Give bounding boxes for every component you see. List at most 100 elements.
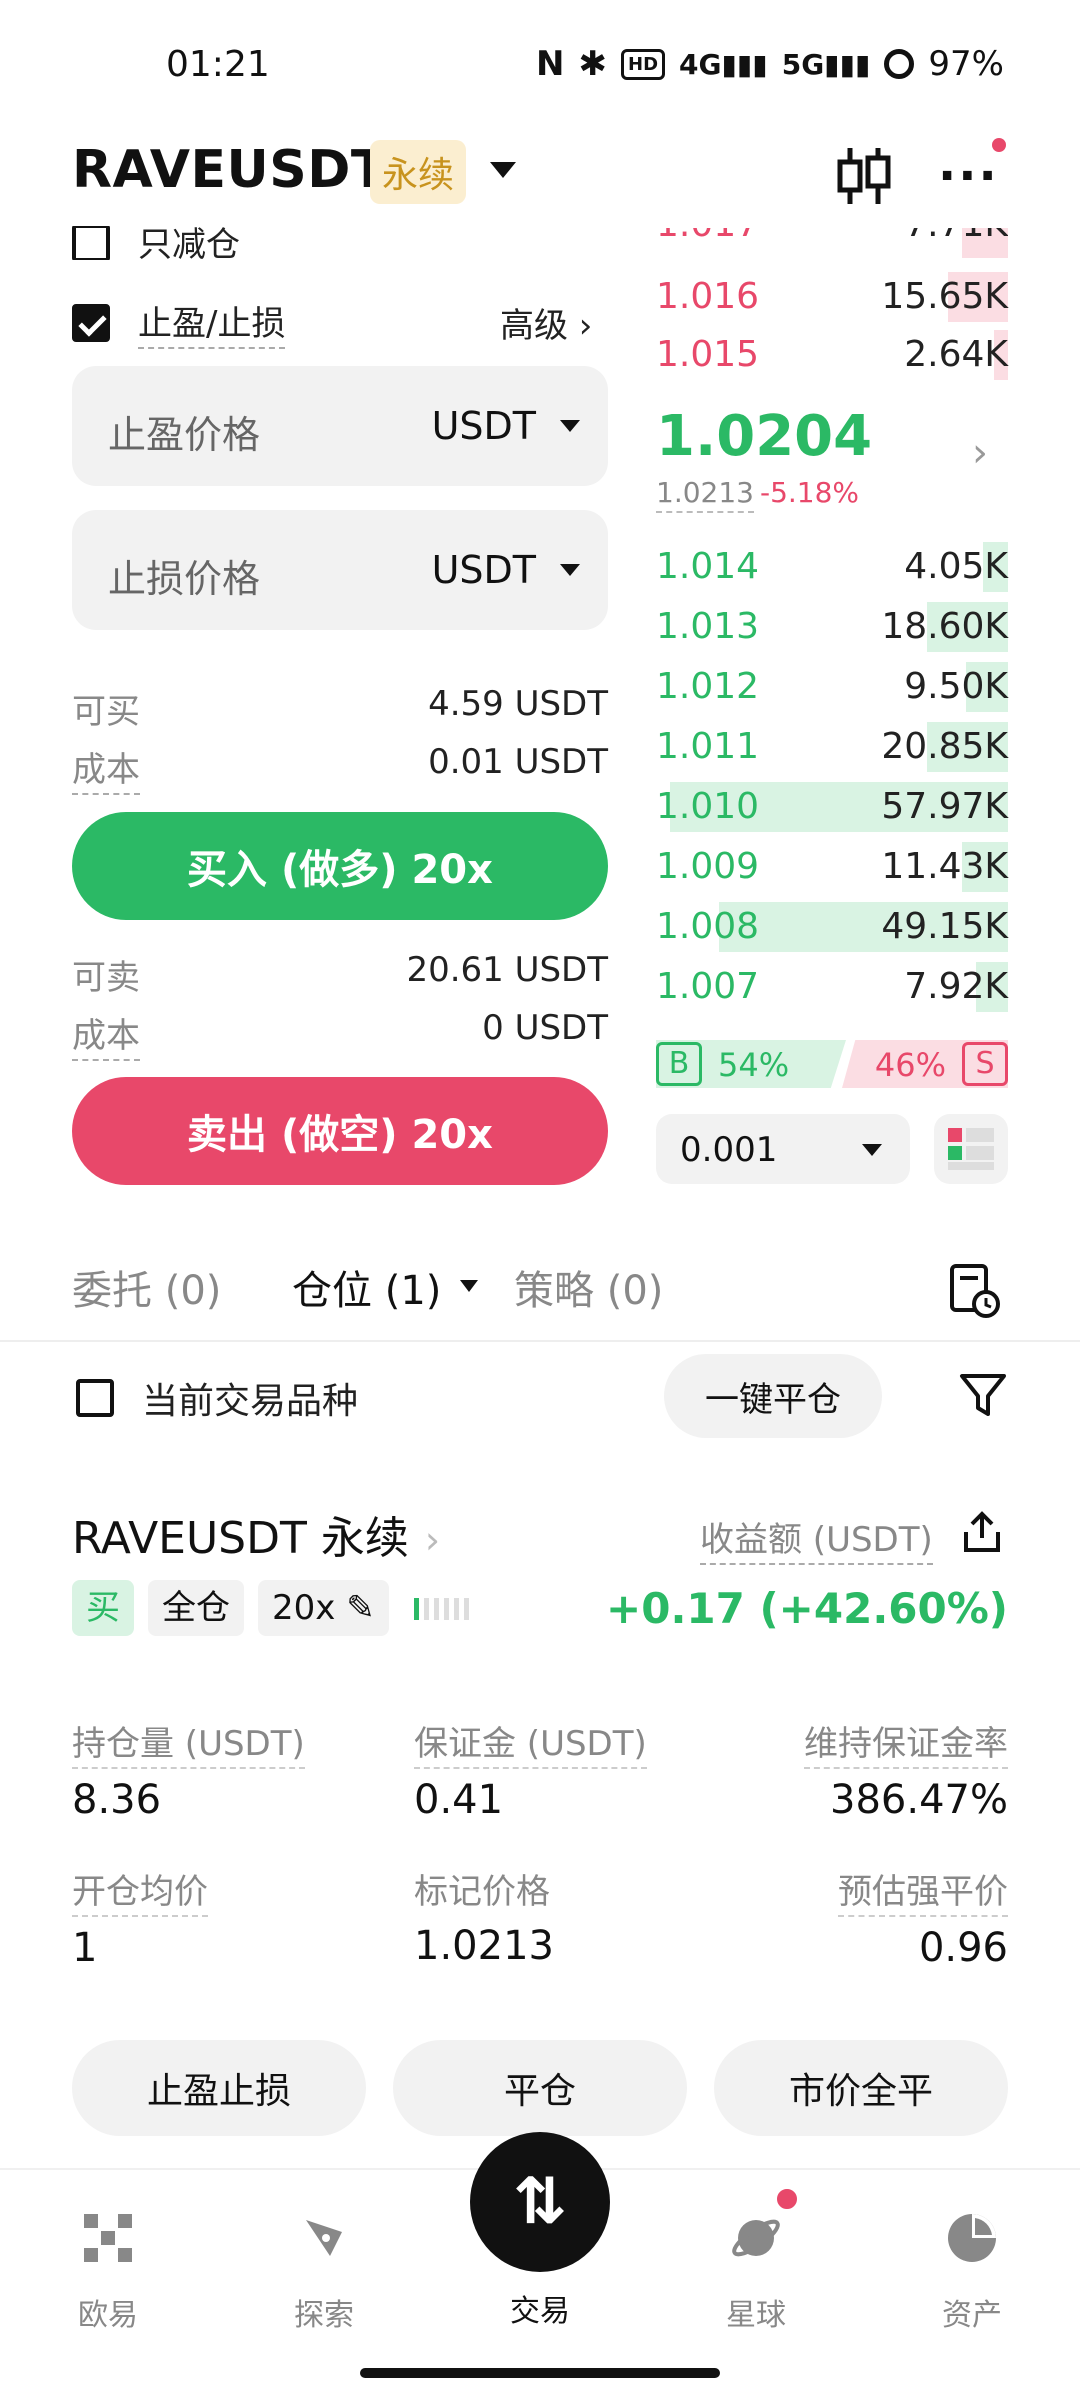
tpsl-label: 止盈/止损	[138, 296, 286, 349]
nav-trade-label: 交易	[510, 2294, 570, 2329]
position-pair: RAVEUSDT 永续	[72, 1513, 409, 1564]
signal-4g-icon: 4G▮▮▮	[679, 47, 768, 81]
ask-price: 1.016	[656, 276, 760, 317]
nav-home[interactable]: 欧易	[28, 2210, 188, 2334]
position-size: 持仓量 (USDT) 8.36	[72, 1716, 305, 1823]
nfc-icon: N	[536, 44, 565, 84]
planet-icon	[732, 2219, 780, 2257]
bid-qty: 18.60K	[881, 606, 1008, 647]
buy-available-value: 4.59 USDT	[428, 684, 608, 724]
current-pair-checkbox[interactable]	[76, 1379, 114, 1417]
bid-price: 1.011	[656, 726, 760, 767]
tpsl-button[interactable]: 止盈止损	[72, 2040, 366, 2136]
tpsl-row[interactable]: 止盈/止损	[72, 296, 286, 349]
nav-planet[interactable]: 星球	[676, 2210, 836, 2334]
stop-loss-placeholder: 止损价格	[108, 557, 261, 601]
order-history-icon[interactable]	[948, 1262, 1000, 1318]
ask-row[interactable]: 1.016 15.65K	[656, 268, 1008, 324]
chevron-down-icon[interactable]	[560, 564, 580, 576]
bid-row[interactable]: 1.008 49.15K	[656, 898, 1008, 954]
nav-planet-label: 星球	[726, 2298, 786, 2333]
ask-row[interactable]: 1.015 2.64K	[656, 326, 1008, 382]
leverage-tag[interactable]: 20x ✎	[258, 1580, 389, 1636]
mark-price-row: 1.0213 -5.18%	[656, 476, 859, 513]
bid-row[interactable]: 1.013 18.60K	[656, 598, 1008, 654]
bid-row[interactable]: 1.009 11.43K	[656, 838, 1008, 894]
buy-percent: 54%	[718, 1046, 790, 1084]
risk-level-bars	[414, 1598, 469, 1620]
order-tabs: 委托 (0) 仓位 (1) 策略 (0)	[72, 1258, 1008, 1318]
sell-short-button[interactable]: 卖出 (做空) 20x	[72, 1077, 608, 1185]
tpsl-checkbox[interactable]	[72, 303, 110, 342]
close-position-button[interactable]: 平仓	[393, 2040, 687, 2136]
last-price[interactable]: 1.0204	[656, 404, 872, 469]
bluetooth-icon: ✱	[578, 44, 608, 84]
bid-row[interactable]: 1.014 4.05K	[656, 538, 1008, 594]
bid-qty: 4.05K	[904, 546, 1008, 587]
bid-row[interactable]: 1.007 7.92K	[656, 958, 1008, 1014]
take-profit-input[interactable]: 止盈价格 USDT	[72, 366, 608, 486]
pair-title[interactable]: RAVEUSDT	[72, 140, 387, 200]
take-profit-unit[interactable]: USDT	[432, 404, 536, 448]
trade-swap-icon[interactable]: ⇅	[470, 2132, 610, 2272]
filter-icon[interactable]	[958, 1370, 1008, 1420]
chevron-right-icon[interactable]: ›	[972, 430, 988, 476]
bid-row[interactable]: 1.012 9.50K	[656, 658, 1008, 714]
pair-dropdown-icon[interactable]	[490, 162, 516, 178]
chevron-down-icon[interactable]	[560, 420, 580, 432]
ask-row[interactable]: 1.017 7.71K	[656, 228, 1008, 258]
bid-qty: 7.92K	[904, 966, 1008, 1007]
chevron-down-icon[interactable]	[862, 1144, 882, 1156]
bid-row[interactable]: 1.011 20.85K	[656, 718, 1008, 774]
risk-bar	[414, 1598, 419, 1620]
precision-select[interactable]: 0.001	[656, 1114, 910, 1184]
risk-bar	[434, 1598, 439, 1620]
ask-price: 1.017	[656, 228, 759, 245]
sell-cost-value: 0 USDT	[482, 1008, 608, 1048]
buy-long-button[interactable]: 买入 (做多) 20x	[72, 812, 608, 920]
sell-cost-label: 成本	[72, 1008, 140, 1061]
share-icon[interactable]	[960, 1510, 1004, 1554]
positions-dropdown-icon[interactable]	[460, 1280, 478, 1292]
entry-price-value: 1	[72, 1925, 98, 1971]
orderbook-layout-icon[interactable]	[934, 1114, 1008, 1184]
buy-available-label: 可买	[72, 692, 140, 732]
leverage-value: 20x	[272, 1588, 336, 1628]
more-icon[interactable]: ···	[938, 152, 999, 200]
current-pair-filter[interactable]: 当前交易品种	[76, 1372, 358, 1424]
tab-strategies[interactable]: 策略 (0)	[514, 1258, 663, 1316]
mmr-label: 维持保证金率	[804, 1716, 1008, 1769]
bid-qty: 11.43K	[881, 846, 1008, 887]
nav-explore[interactable]: 探索	[244, 2210, 404, 2334]
edit-icon[interactable]: ✎	[346, 1588, 375, 1628]
close-all-button[interactable]: 一键平仓	[664, 1354, 882, 1438]
tab-positions[interactable]: 仓位 (1)	[292, 1258, 441, 1316]
buy-tag: B	[656, 1042, 702, 1086]
reduce-only-row[interactable]: 只减仓	[72, 226, 240, 260]
bid-price: 1.010	[656, 786, 760, 827]
advanced-link[interactable]: 高级 ›	[500, 298, 592, 347]
mark-price: 1.0213	[656, 476, 754, 513]
bid-row[interactable]: 1.010 57.97K	[656, 778, 1008, 834]
pnl-label: 收益额 (USDT)	[700, 1512, 933, 1565]
mmr-value: 386.47%	[830, 1777, 1008, 1823]
reduce-only-checkbox[interactable]	[72, 226, 110, 260]
header: RAVEUSDT 永续 ···	[0, 130, 1080, 230]
nav-assets[interactable]: 资产	[892, 2210, 1052, 2334]
bid-price: 1.012	[656, 666, 760, 707]
pie-chart-icon	[948, 2214, 996, 2262]
position-title[interactable]: RAVEUSDT 永续 ›	[72, 1502, 440, 1566]
candlestick-chart-icon[interactable]	[834, 144, 894, 208]
nav-assets-label: 资产	[942, 2298, 1002, 2333]
entry-price-label: 开仓均价	[72, 1864, 208, 1917]
bid-price: 1.009	[656, 846, 760, 887]
market-close-all-button[interactable]: 市价全平	[714, 2040, 1008, 2136]
stop-loss-unit[interactable]: USDT	[432, 548, 536, 592]
pnl-value: +0.17 (+42.60%)	[606, 1584, 1008, 1633]
tab-orders[interactable]: 委托 (0)	[72, 1258, 221, 1316]
current-pair-label: 当前交易品种	[142, 1381, 359, 1422]
stop-loss-input[interactable]: 止损价格 USDT	[72, 510, 608, 630]
mark-price-stat: 标记价格 1.0213	[414, 1864, 554, 1969]
nav-home-label: 欧易	[78, 2298, 138, 2333]
risk-bar	[444, 1598, 449, 1620]
